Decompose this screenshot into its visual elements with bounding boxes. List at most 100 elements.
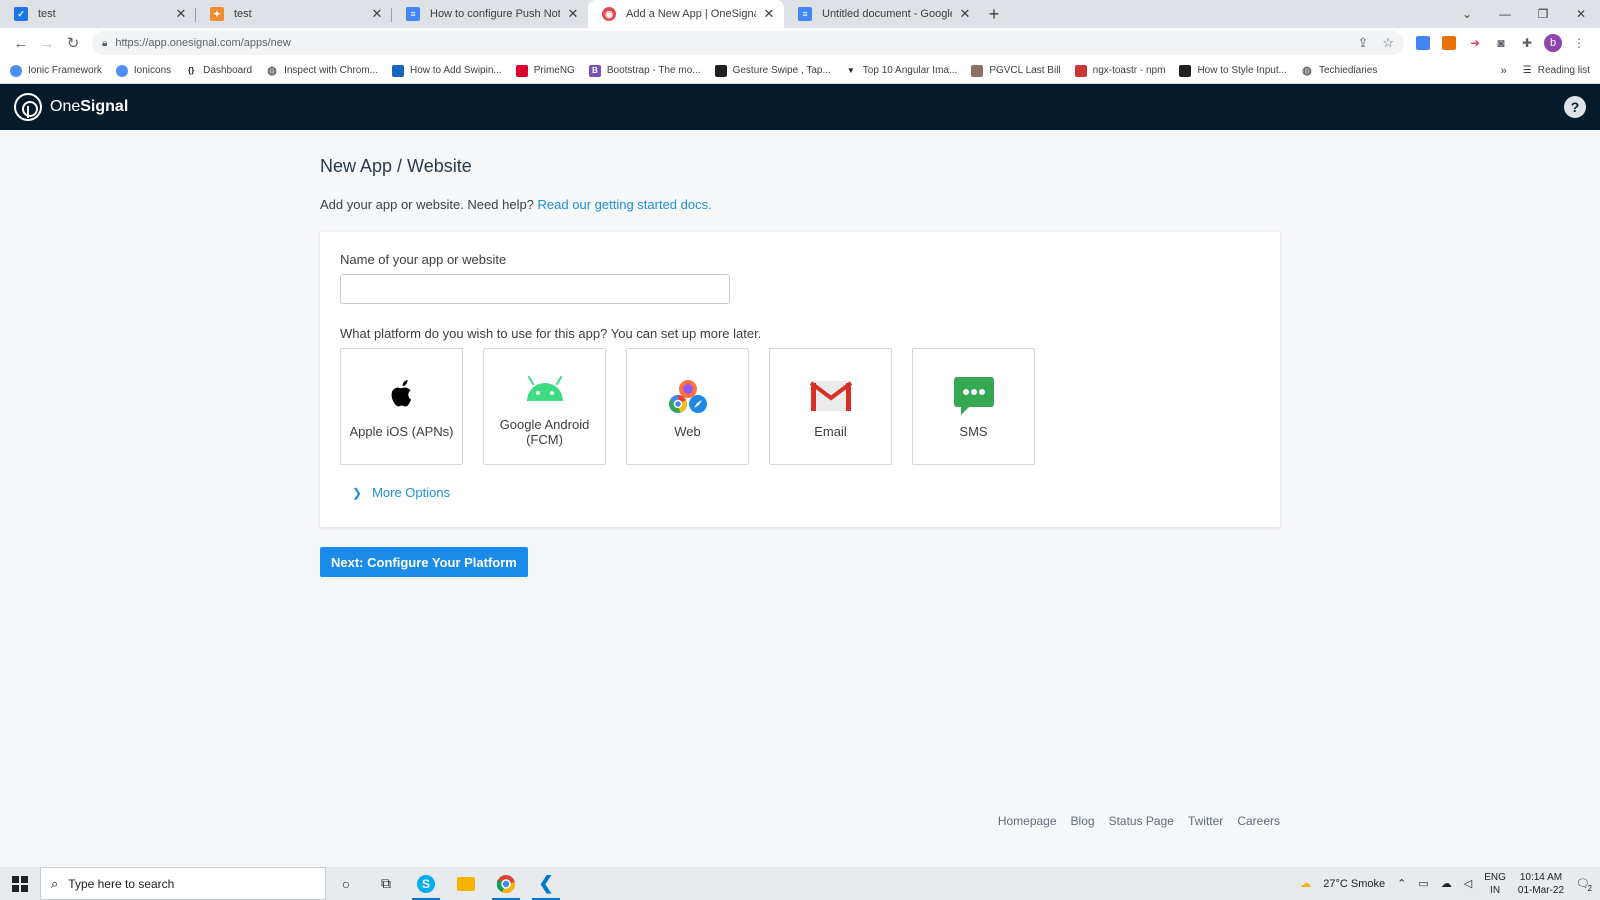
notifications-icon[interactable]: 🗨︎ 2 [1576, 877, 1592, 893]
more-options-toggle[interactable]: ❯ More Options [352, 485, 1260, 500]
bookmark-item[interactable]: ▼ Top 10 Angular Ima... [845, 65, 958, 77]
camera-extension-icon[interactable]: ◙ [1488, 30, 1514, 56]
window-close-button[interactable]: ✕ [1562, 0, 1600, 28]
bookmark-item[interactable]: Gesture Swipe , Tap... [714, 64, 831, 77]
app-name-input[interactable] [340, 274, 730, 304]
reload-icon[interactable]: ↻ [60, 30, 86, 56]
puzzle-extensions-icon[interactable]: ✚ [1514, 30, 1540, 56]
tab-search-icon[interactable]: ⌄ [1448, 0, 1486, 28]
bookmark-label: PGVCL Last Bill [989, 65, 1061, 76]
onedrive-icon[interactable]: ☁ [1441, 877, 1452, 890]
bookmark-label: Top 10 Angular Ima... [862, 65, 958, 76]
weather-text[interactable]: 27°C Smoke [1323, 878, 1385, 890]
platform-google-android[interactable]: Google Android (FCM) [483, 348, 606, 465]
close-icon[interactable]: ✕ [370, 6, 384, 22]
new-tab-button[interactable]: + [980, 0, 1008, 28]
notification-count: 2 [1587, 884, 1592, 893]
browser-tab[interactable]: ✦ test ✕ [196, 0, 392, 28]
bookmark-label: Ionic Framework [28, 65, 102, 76]
browser-toolbar: ← → ↻ 🔒︎ https://app.onesignal.com/apps/… [0, 28, 1600, 58]
reading-list-icon[interactable]: ☰ [1523, 65, 1532, 76]
lock-icon[interactable]: 🔒︎ [102, 38, 107, 49]
bookmark-item[interactable]: How to Style Input... [1179, 64, 1287, 77]
profile-avatar[interactable]: b [1540, 30, 1566, 56]
chevron-up-icon[interactable]: ⌃ [1397, 877, 1406, 890]
profile-initial: b [1544, 34, 1562, 52]
record-extension-icon[interactable]: ➜ [1462, 30, 1488, 56]
bookmark-item[interactable]: Ionic Framework [10, 64, 102, 77]
platform-web[interactable]: Web [626, 348, 749, 465]
braces-icon: {} [188, 66, 195, 75]
browser-tab[interactable]: ≡ How to configure Push Notificati ✕ [392, 0, 588, 28]
help-icon[interactable]: ? [1564, 96, 1586, 118]
forward-icon[interactable]: → [34, 30, 60, 56]
getting-started-link[interactable]: Read our getting started docs. [538, 197, 712, 212]
taskbar-search[interactable]: ⌕ Type here to search [40, 867, 326, 900]
kebab-menu-icon[interactable]: ⋮ [1566, 30, 1592, 56]
more-options-label: More Options [372, 485, 451, 500]
next-configure-platform-button[interactable]: Next: Configure Your Platform [320, 547, 528, 577]
bookmark-label: Inspect with Chrom... [284, 65, 378, 76]
footer-link-blog[interactable]: Blog [1071, 814, 1095, 828]
browser-tab[interactable]: ✓ test ✕ [0, 0, 196, 28]
page-title: New App / Website [320, 156, 472, 176]
bookmark-item[interactable]: ◍ Inspect with Chrom... [266, 65, 378, 77]
close-icon[interactable]: ✕ [762, 6, 776, 22]
address-bar[interactable]: 🔒︎ https://app.onesignal.com/apps/new ⇪ … [92, 31, 1404, 55]
app-name-label: Name of your app or website [340, 252, 507, 267]
more-bookmarks-icon[interactable]: » [1501, 65, 1507, 77]
clock[interactable]: 10:14 AM 01-Mar-22 [1518, 871, 1564, 897]
restore-button[interactable]: ❐ [1524, 0, 1562, 28]
reading-list-label[interactable]: Reading list [1538, 65, 1590, 76]
minimize-button[interactable]: — [1486, 0, 1524, 28]
share-icon[interactable]: ⇪ [1357, 35, 1368, 51]
close-icon[interactable]: ✕ [958, 6, 972, 22]
footer-link-homepage[interactable]: Homepage [998, 814, 1057, 828]
translate-extension-icon[interactable] [1410, 30, 1436, 56]
gmail-icon [809, 374, 852, 418]
platform-sms[interactable]: SMS [912, 348, 1035, 465]
bookmark-item[interactable]: B Bootstrap - The mo... [588, 64, 701, 77]
footer-link-twitter[interactable]: Twitter [1188, 814, 1223, 828]
window-controls: ⌄ — ❐ ✕ [1448, 0, 1600, 28]
bookmark-item[interactable]: ◍ Techiediaries [1301, 65, 1377, 77]
browser-tab-active[interactable]: ◉ Add a New App | OneSignal ✕ [588, 0, 784, 28]
vscode-icon[interactable]: ❮ [526, 867, 566, 900]
apple-icon [385, 374, 419, 418]
platform-email[interactable]: Email [769, 348, 892, 465]
orange-app-icon: ✦ [210, 7, 224, 21]
windows-start-icon[interactable] [0, 867, 40, 900]
ionicons-icon [115, 64, 128, 77]
bookmark-item[interactable]: Ionicons [115, 64, 171, 77]
tab-title: Add a New App | OneSignal [626, 8, 756, 20]
onesignal-logo[interactable]: One Signal [14, 93, 128, 121]
bookmark-item[interactable]: PrimeNG [515, 64, 575, 77]
browser-tab[interactable]: ≡ Untitled document - Google Doc ✕ [784, 0, 980, 28]
volume-icon[interactable]: ◁ [1464, 877, 1472, 890]
cortana-icon[interactable]: ○ [326, 867, 366, 900]
skype-icon[interactable]: S [406, 867, 446, 900]
primeng-shield-icon [515, 64, 528, 77]
url-text[interactable]: https://app.onesignal.com/apps/new [115, 37, 1343, 49]
bookmark-item[interactable]: PGVCL Last Bill [971, 64, 1061, 77]
footer-link-status-page[interactable]: Status Page [1109, 814, 1174, 828]
bookmark-item[interactable]: How to Add Swipin... [392, 64, 502, 77]
search-icon: ⌕ [51, 875, 59, 891]
bookmark-item[interactable]: ngx-toastr - npm [1074, 64, 1165, 77]
bookmark-item[interactable]: {} Dashboard [185, 65, 252, 77]
platform-label: Google Android (FCM) [499, 416, 590, 447]
network-icon[interactable]: ▭ [1418, 877, 1428, 890]
back-icon[interactable]: ← [8, 30, 34, 56]
close-icon[interactable]: ✕ [174, 6, 188, 22]
platform-label: Apple iOS (APNs) [349, 424, 454, 439]
off-extension-icon[interactable] [1436, 30, 1462, 56]
language-indicator[interactable]: ENG IN [1484, 871, 1506, 897]
task-view-icon[interactable]: ⧉ [366, 867, 406, 900]
bookmark-star-icon[interactable]: ☆ [1382, 35, 1394, 51]
file-explorer-icon[interactable] [446, 867, 486, 900]
close-icon[interactable]: ✕ [566, 6, 580, 22]
npm-icon [1074, 64, 1087, 77]
footer-link-careers[interactable]: Careers [1237, 814, 1280, 828]
chrome-icon[interactable] [486, 867, 526, 900]
platform-apple-ios[interactable]: Apple iOS (APNs) [340, 348, 463, 465]
